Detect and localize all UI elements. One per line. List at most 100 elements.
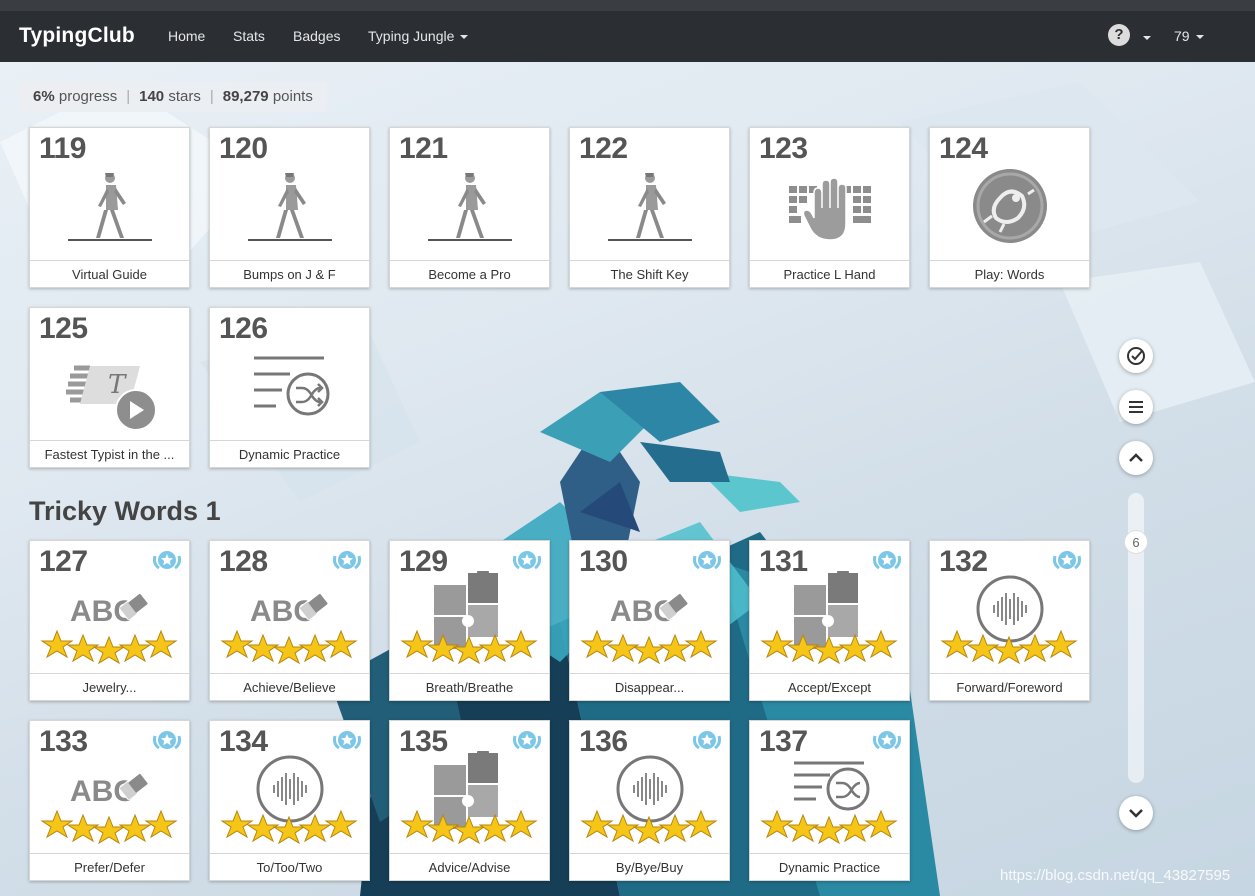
lesson-tile-137[interactable]: 137 Dynamic Practice [749,720,910,881]
lesson-tile-133[interactable]: 133 ABC Prefer/Defer [29,720,190,881]
audio-wave-icon [220,755,358,845]
lesson-title: Dynamic Practice [750,853,909,880]
nav-stats[interactable]: Stats [233,28,265,44]
lesson-tile-119[interactable]: 119 Virtual Guide [29,127,190,288]
award-badge-icon [693,731,721,750]
nav-home[interactable]: Home [168,28,205,44]
star-rating [400,809,538,845]
lesson-title: Forward/Foreword [930,673,1089,700]
lesson-title: Breath/Breathe [390,673,549,700]
lesson-tile-132[interactable]: 132 Forward/Foreword [929,540,1090,701]
lesson-tile-134[interactable]: 134 To/Too/Two [209,720,370,881]
star-rating [40,809,178,845]
lesson-tile-126[interactable]: 126 Dynamic Practice [209,307,370,468]
star-rating [760,629,898,665]
lesson-title: Achieve/Believe [210,673,369,700]
abc-eraser-icon: ABC [580,591,718,665]
chevron-down-icon[interactable] [1143,36,1151,40]
completed-filter-button[interactable] [1119,339,1153,373]
star-rating [580,809,718,845]
lesson-title: By/Bye/Buy [570,853,729,880]
brand-logo[interactable]: TypingClub [19,24,135,48]
lesson-title: Accept/Except [750,673,909,700]
lesson-title: Play: Words [930,260,1089,287]
shuffle-lines-icon [254,356,330,416]
nav-typing-jungle[interactable]: Typing Jungle [368,28,469,44]
puzzle-icon [760,571,898,665]
walking-person-icon [608,173,692,241]
award-badge-icon [1053,551,1081,570]
walking-person-icon [68,173,152,241]
chevron-down-icon [1195,35,1204,40]
lesson-title: Prefer/Defer [30,853,189,880]
menu-icon [1129,401,1143,413]
lesson-title: Disappear... [570,673,729,700]
lesson-tile-131[interactable]: 131 Accept/Except [749,540,910,701]
stars-label: stars [168,88,201,105]
award-badge-icon [153,731,181,750]
browser-top-strip [0,0,1255,11]
lesson-tile-123[interactable]: 123 Practice L Hand [749,127,910,288]
fast-typist-video-icon: T [66,365,157,431]
lesson-title: Advice/Advise [390,853,549,880]
shuffle-lines-icon [760,761,898,845]
lesson-tile-127[interactable]: 127 ABC Jewelry... [29,540,190,701]
progress-percent: 6% [33,88,55,105]
lesson-tile-122[interactable]: 122 The Shift Key [569,127,730,288]
lesson-tile-121[interactable]: 121 Become a Pro [389,127,550,288]
lesson-tile-128[interactable]: 128 ABC Achieve/Believe [209,540,370,701]
award-badge-icon [873,731,901,750]
lesson-tile-130[interactable]: 130 ABC Disappear... [569,540,730,701]
abc-eraser-icon: ABC [220,591,358,665]
points-count: 89,279 [222,88,269,105]
points-label: points [272,88,313,105]
lesson-tile-136[interactable]: 136 By/Bye/Buy [569,720,730,881]
star-rating [940,629,1078,665]
lesson-tile-120[interactable]: 120 Bumps on J & F [209,127,370,288]
puzzle-icon [400,751,538,845]
scroll-up-button[interactable] [1119,441,1153,475]
scroll-down-button[interactable] [1119,796,1153,830]
help-icon[interactable]: ? [1108,24,1130,46]
walking-person-icon [428,173,512,241]
lesson-tile-124[interactable]: 124 Play: Words [929,127,1090,288]
menu-button[interactable] [1119,390,1153,424]
stars-count: 140 [139,88,165,105]
award-badge-icon [513,731,541,750]
watermark: https://blog.csdn.net/qq_43827595 [1000,867,1231,884]
check-circle-icon [1127,347,1145,365]
lesson-title: Virtual Guide [30,260,189,287]
user-menu[interactable]: 79 [1174,28,1204,44]
nav-badges[interactable]: Badges [293,28,340,44]
abc-eraser-icon: ABC [40,591,178,665]
award-badge-icon [693,551,721,570]
star-rating [400,629,538,665]
lesson-title: Fastest Typist in the ... [30,440,189,467]
top-navbar: TypingClub Home Stats Badges Typing Jung… [0,11,1255,63]
award-badge-icon [153,551,181,570]
keyboard-hand-icon [789,177,871,241]
scroll-position-indicator[interactable]: 6 [1124,530,1148,554]
lesson-tile-125[interactable]: 125 T Fastest Typist in the ... [29,307,190,468]
star-rating [760,809,898,845]
award-badge-icon [513,551,541,570]
progress-percent-label: progress [58,88,118,105]
star-rating [580,629,718,665]
game-bug-icon [973,169,1047,243]
lesson-title: Become a Pro [390,260,549,287]
lesson-title: To/Too/Two [210,853,369,880]
audio-wave-icon [580,755,718,845]
award-badge-icon [333,551,361,570]
star-rating [40,629,178,665]
abc-eraser-icon: ABC [40,771,178,845]
chevron-up-icon [1129,453,1143,462]
audio-wave-icon [940,575,1078,665]
nav-typing-jungle-label: Typing Jungle [368,28,455,44]
lesson-tile-135[interactable]: 135 Advice/Advise [389,720,550,881]
lesson-tile-129[interactable]: 129 Breath/Breathe [389,540,550,701]
lesson-title: The Shift Key [570,260,729,287]
lesson-title: Practice L Hand [750,260,909,287]
star-rating [220,629,358,665]
puzzle-icon [400,571,538,665]
award-badge-icon [873,551,901,570]
